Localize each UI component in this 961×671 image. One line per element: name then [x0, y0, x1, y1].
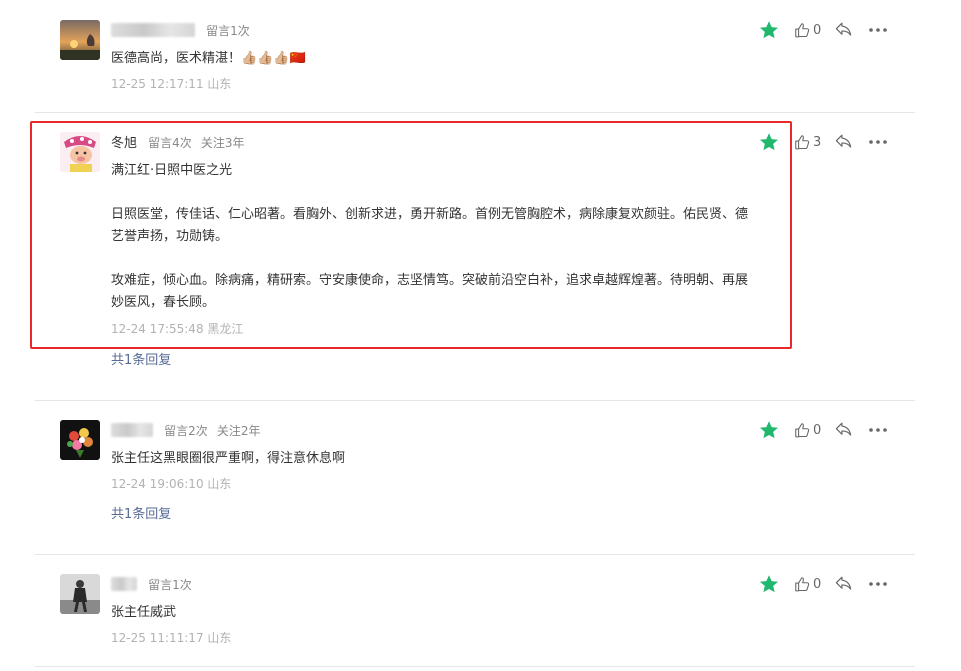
comment-time: 12-25 11:11:17 山东: [111, 631, 232, 645]
more-dots-icon[interactable]: [867, 421, 889, 439]
like-count: 0: [813, 22, 822, 38]
comment-list: 留言1次 医德高尚，医术精湛！👍🏼👍🏼👍🏼🇨🇳 12-25 12:17:11 山…: [0, 0, 961, 671]
divider: [35, 554, 915, 555]
avatar[interactable]: [60, 20, 100, 60]
divider: [35, 400, 915, 401]
comment-text: 张主任威武: [111, 602, 751, 624]
comment-paragraph: 张主任威武: [111, 605, 177, 620]
more-dots-icon[interactable]: [867, 133, 889, 151]
reply-arrow-icon[interactable]: [834, 420, 853, 439]
comment-meta: 留言2次 关注2年: [111, 420, 264, 440]
comment-count-badge: 留言1次: [148, 578, 192, 592]
comment-meta: 留言1次: [111, 20, 254, 40]
thumbs-up-icon: [795, 576, 810, 591]
avatar[interactable]: [60, 574, 100, 614]
thumbs-up-icon: [795, 22, 810, 37]
star-icon[interactable]: [758, 573, 780, 595]
like-button[interactable]: 0: [794, 420, 821, 440]
like-count: 0: [813, 422, 822, 438]
comment-time: 12-24 19:06:10 山东: [111, 477, 232, 491]
comment-actions: 0: [756, 572, 896, 596]
like-button[interactable]: 3: [794, 132, 821, 152]
highlight-box: [30, 121, 792, 349]
like-button[interactable]: 0: [794, 20, 821, 40]
avatar[interactable]: [60, 420, 100, 460]
thumbs-up-icon: [795, 422, 810, 437]
comment-count-badge: 留言1次: [206, 24, 250, 38]
comment-time: 12-25 12:17:11 山东: [111, 77, 232, 91]
divider: [35, 666, 915, 667]
thumbs-up-icon: [795, 134, 810, 149]
like-button[interactable]: 0: [794, 574, 821, 594]
comment-text: 张主任这黑眼圈很严重啊，得注意休息啊: [111, 448, 751, 470]
more-dots-icon[interactable]: [867, 575, 889, 593]
comment-meta: 留言1次: [111, 574, 196, 594]
follow-duration-badge: 关注2年: [216, 424, 261, 438]
reply-arrow-icon[interactable]: [834, 132, 853, 151]
comment-text: 医德高尚，医术精湛！👍🏼👍🏼👍🏼🇨🇳: [111, 48, 751, 70]
comment-count-badge: 留言2次: [164, 424, 208, 438]
reply-arrow-icon[interactable]: [834, 574, 853, 593]
divider: [35, 112, 915, 113]
more-dots-icon[interactable]: [867, 21, 889, 39]
star-icon[interactable]: [758, 19, 780, 41]
user-name[interactable]: [111, 577, 137, 591]
reply-arrow-icon[interactable]: [834, 20, 853, 39]
user-name[interactable]: [111, 23, 195, 37]
star-icon[interactable]: [758, 419, 780, 441]
like-count: 0: [813, 576, 822, 592]
comment-paragraph: 张主任这黑眼圈很严重啊，得注意休息啊: [111, 451, 346, 466]
user-name[interactable]: [111, 423, 153, 437]
comment-paragraph: 医德高尚，医术精湛！👍🏼👍🏼👍🏼🇨🇳: [111, 51, 306, 66]
like-count: 3: [813, 134, 822, 150]
comment-actions: 0: [756, 18, 896, 42]
view-replies-link[interactable]: 共1条回复: [111, 505, 171, 525]
comment-actions: 0: [756, 418, 896, 442]
view-replies-link[interactable]: 共1条回复: [111, 351, 171, 371]
